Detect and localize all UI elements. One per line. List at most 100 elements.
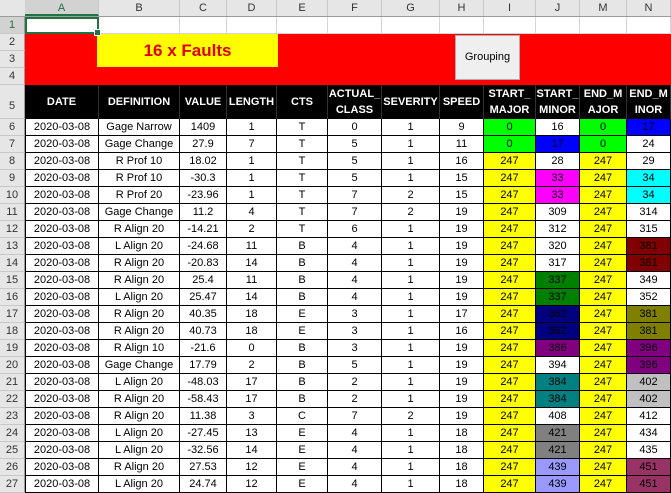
cell-date[interactable]: 2020-03-08	[25, 408, 99, 425]
cell-end-major[interactable]: 247	[580, 459, 627, 476]
row-header-25[interactable]: 25	[0, 442, 25, 459]
cell-speed[interactable]: 11	[440, 136, 484, 153]
cell-length[interactable]: 14	[227, 255, 277, 272]
active-cell-a1[interactable]	[25, 17, 101, 36]
cell-value[interactable]: -20.83	[180, 255, 227, 272]
cell-date[interactable]: 2020-03-08	[25, 425, 99, 442]
cell-date[interactable]: 2020-03-08	[25, 323, 99, 340]
row-header-12[interactable]: 12	[0, 221, 25, 238]
cell-speed[interactable]: 16	[440, 153, 484, 170]
row-header-23[interactable]: 23	[0, 408, 25, 425]
cell-speed[interactable]: 18	[440, 459, 484, 476]
cell-speed[interactable]: 18	[440, 442, 484, 459]
cell-actual-class[interactable]: 4	[328, 272, 382, 289]
row-header-11[interactable]: 11	[0, 204, 25, 221]
cell-severity[interactable]: 1	[382, 289, 440, 306]
cell-severity[interactable]: 1	[382, 357, 440, 374]
cell-cts[interactable]: E	[277, 306, 328, 323]
grid-cell[interactable]	[484, 17, 536, 34]
cell-start-major[interactable]: 247	[484, 357, 536, 374]
cell-actual-class[interactable]: 3	[328, 340, 382, 357]
cell-speed[interactable]: 19	[440, 289, 484, 306]
cell-cts[interactable]: T	[277, 187, 328, 204]
cell-end-major[interactable]: 247	[580, 323, 627, 340]
cell-end-minor[interactable]: 24	[627, 136, 671, 153]
cell-start-minor[interactable]: 309	[536, 204, 580, 221]
cell-end-major[interactable]: 247	[580, 476, 627, 493]
cell-actual-class[interactable]: 5	[328, 357, 382, 374]
column-header-j[interactable]: J	[536, 0, 580, 16]
cell-start-minor[interactable]: 421	[536, 442, 580, 459]
row-header-3[interactable]: 3	[0, 51, 25, 68]
cell-start-minor[interactable]: 337	[536, 272, 580, 289]
cell-start-minor[interactable]: 384	[536, 374, 580, 391]
cell-actual-class[interactable]: 7	[328, 408, 382, 425]
cell-definition[interactable]: L Align 20	[99, 289, 180, 306]
cell-definition[interactable]: R Align 20	[99, 255, 180, 272]
cell-cts[interactable]: B	[277, 391, 328, 408]
cell-cts[interactable]: E	[277, 459, 328, 476]
cell-start-minor[interactable]: 33	[536, 187, 580, 204]
cell-severity[interactable]: 1	[382, 340, 440, 357]
grid-cell[interactable]	[277, 17, 328, 34]
row-header-17[interactable]: 17	[0, 306, 25, 323]
cell-severity[interactable]: 1	[382, 391, 440, 408]
cell-length[interactable]: 7	[227, 136, 277, 153]
cell-cts[interactable]: E	[277, 476, 328, 493]
cell-actual-class[interactable]: 2	[328, 374, 382, 391]
cell-start-major[interactable]: 247	[484, 255, 536, 272]
cell-speed[interactable]: 19	[440, 272, 484, 289]
cell-length[interactable]: 13	[227, 425, 277, 442]
cell-actual-class[interactable]: 4	[328, 476, 382, 493]
cell-definition[interactable]: Gage Change	[99, 136, 180, 153]
cell-length[interactable]: 3	[227, 408, 277, 425]
row-header-4[interactable]: 4	[0, 68, 25, 85]
cell-definition[interactable]: R Align 20	[99, 459, 180, 476]
cell-speed[interactable]: 19	[440, 391, 484, 408]
cell-end-major[interactable]: 247	[580, 289, 627, 306]
cell-date[interactable]: 2020-03-08	[25, 272, 99, 289]
grouping-button[interactable]: Grouping	[455, 35, 520, 80]
cell-start-major[interactable]: 247	[484, 272, 536, 289]
cell-speed[interactable]: 15	[440, 170, 484, 187]
cell-start-minor[interactable]: 408	[536, 408, 580, 425]
cell-end-major[interactable]: 247	[580, 204, 627, 221]
column-header-i[interactable]: I	[484, 0, 536, 16]
cell-end-major[interactable]: 247	[580, 340, 627, 357]
cell-cts[interactable]: T	[277, 153, 328, 170]
cell-cts[interactable]: E	[277, 442, 328, 459]
cell-definition[interactable]: L Align 20	[99, 476, 180, 493]
cell-start-minor[interactable]: 17	[536, 136, 580, 153]
row-header-15[interactable]: 15	[0, 272, 25, 289]
cell-start-major[interactable]: 247	[484, 374, 536, 391]
cell-value[interactable]: 27.53	[180, 459, 227, 476]
cell-end-minor[interactable]: 29	[627, 153, 671, 170]
cell-end-minor[interactable]: 451	[627, 476, 671, 493]
cell-severity[interactable]: 1	[382, 272, 440, 289]
cell-date[interactable]: 2020-03-08	[25, 374, 99, 391]
cell-value[interactable]: 40.73	[180, 323, 227, 340]
cell-date[interactable]: 2020-03-08	[25, 238, 99, 255]
cell-start-minor[interactable]: 394	[536, 357, 580, 374]
row-header-7[interactable]: 7	[0, 136, 25, 153]
cell-value[interactable]: -30.3	[180, 170, 227, 187]
cell-end-minor[interactable]: 34	[627, 170, 671, 187]
cell-end-minor[interactable]: 402	[627, 391, 671, 408]
cell-speed[interactable]: 17	[440, 306, 484, 323]
cell-cts[interactable]: T	[277, 136, 328, 153]
cell-actual-class[interactable]: 4	[328, 459, 382, 476]
cell-cts[interactable]: B	[277, 289, 328, 306]
cell-severity[interactable]: 1	[382, 425, 440, 442]
cell-severity[interactable]: 1	[382, 459, 440, 476]
row-header-19[interactable]: 19	[0, 340, 25, 357]
cell-actual-class[interactable]: 2	[328, 391, 382, 408]
cell-start-major[interactable]: 0	[484, 136, 536, 153]
cell-end-minor[interactable]: 381	[627, 306, 671, 323]
cell-severity[interactable]: 1	[382, 374, 440, 391]
cell-actual-class[interactable]: 4	[328, 289, 382, 306]
cell-start-minor[interactable]: 28	[536, 153, 580, 170]
cell-date[interactable]: 2020-03-08	[25, 170, 99, 187]
cell-severity[interactable]: 1	[382, 255, 440, 272]
cell-speed[interactable]: 19	[440, 357, 484, 374]
cell-end-minor[interactable]: 402	[627, 374, 671, 391]
